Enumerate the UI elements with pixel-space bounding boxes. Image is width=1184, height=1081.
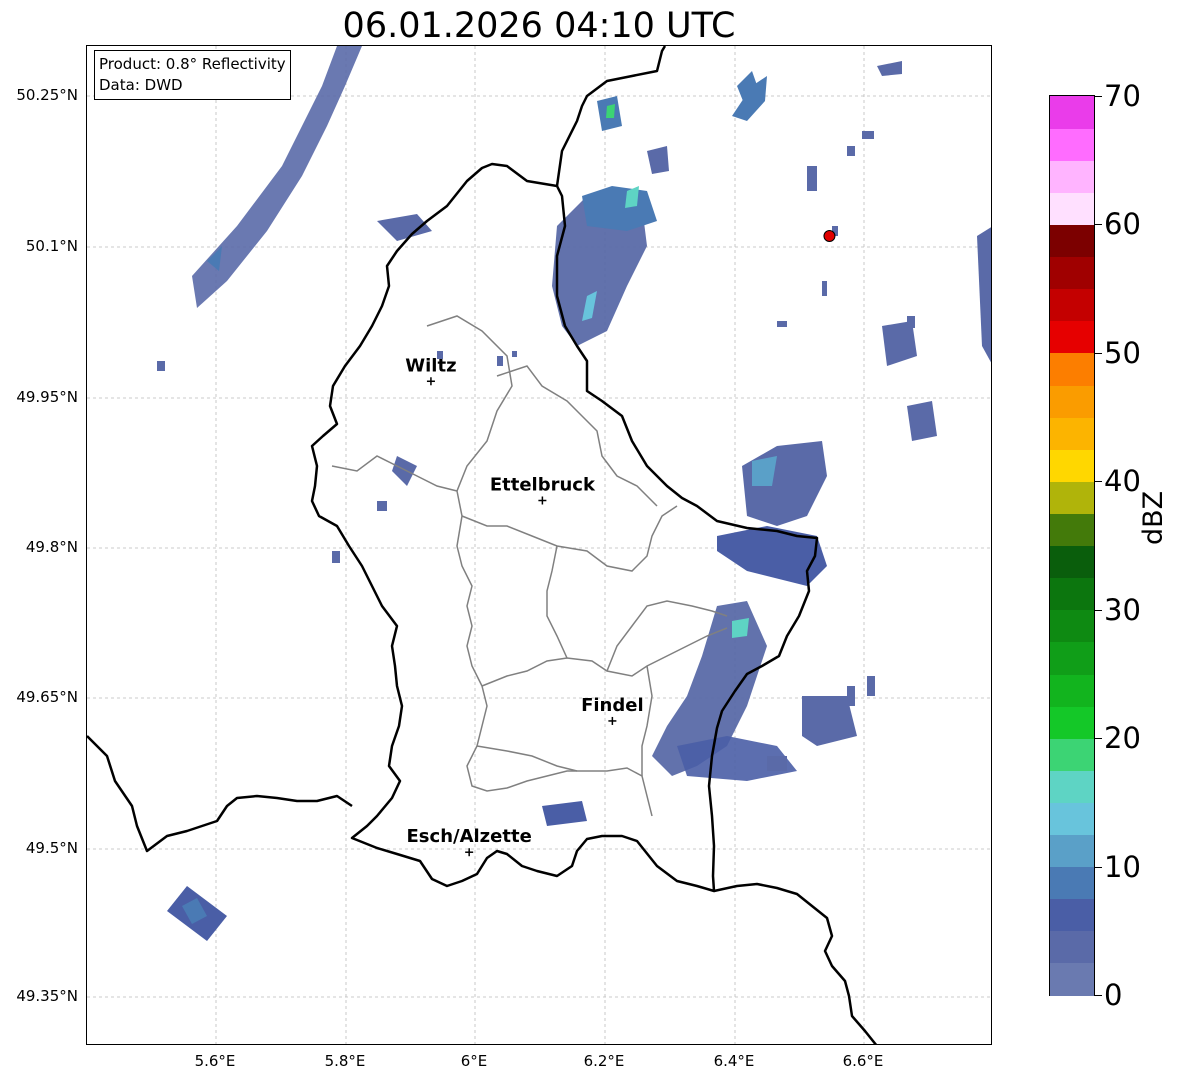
lon-label: 5.8°E bbox=[324, 1052, 366, 1070]
colorbar-segment bbox=[1050, 417, 1094, 450]
town-label: Findel bbox=[581, 695, 644, 716]
lon-label: 6°E bbox=[460, 1052, 488, 1070]
lat-label: 49.65°N bbox=[16, 688, 78, 706]
colorbar-tick-label: 40 bbox=[1104, 464, 1141, 499]
product-label: Product: 0.8° Reflectivity bbox=[99, 55, 286, 73]
colorbar-segment bbox=[1050, 288, 1094, 322]
town-markers: Wiltz Ettelbruck Findel Esch/Alzette bbox=[405, 355, 644, 857]
echo-cell bbox=[582, 186, 657, 231]
colorbar-tick-label: 0 bbox=[1104, 978, 1123, 1012]
echo-cell bbox=[542, 801, 587, 826]
town-label: Esch/Alzette bbox=[407, 826, 532, 847]
town-marker: Findel bbox=[581, 695, 644, 725]
colorbar-segment bbox=[1050, 866, 1094, 900]
town-label: Ettelbruck bbox=[490, 475, 596, 496]
town-label: Wiltz bbox=[405, 355, 456, 376]
colorbar-tick-label: 20 bbox=[1104, 721, 1141, 756]
colorbar-segment bbox=[1050, 128, 1094, 161]
colorbar-segment bbox=[1050, 898, 1094, 932]
colorbar-label: dBZ bbox=[1138, 490, 1169, 545]
colorbar-segment bbox=[1050, 706, 1094, 739]
colorbar-tick-mark bbox=[1095, 96, 1102, 97]
lon-label: 6.2°E bbox=[583, 1052, 625, 1070]
colorbar-segment bbox=[1050, 224, 1094, 258]
colorbar-segment bbox=[1050, 352, 1094, 386]
colorbar-segment bbox=[1050, 609, 1094, 643]
lat-label: 49.95°N bbox=[16, 388, 78, 406]
lat-label: 49.8°N bbox=[25, 538, 78, 556]
colorbar-tick-label: 50 bbox=[1104, 335, 1141, 370]
colorbar-segment bbox=[1050, 738, 1094, 771]
colorbar-segment bbox=[1050, 802, 1094, 836]
colorbar-segment bbox=[1050, 577, 1094, 611]
site-marker[interactable] bbox=[823, 229, 836, 242]
colorbar-tick-mark bbox=[1095, 738, 1102, 740]
town-marker: Esch/Alzette bbox=[407, 826, 532, 857]
product-info-box: Product: 0.8° Reflectivity Data: DWD bbox=[94, 50, 291, 100]
belgium-france-border bbox=[87, 735, 353, 853]
colorbar-tick-mark bbox=[1095, 481, 1102, 483]
echo-cell bbox=[877, 61, 902, 76]
germany-south-border bbox=[713, 882, 878, 1044]
colorbar-segment bbox=[1050, 930, 1094, 964]
colorbar-segment bbox=[1050, 641, 1094, 675]
lon-label: 5.6°E bbox=[194, 1052, 236, 1070]
lon-label: 6.4°E bbox=[713, 1052, 755, 1070]
colorbar-tick-label: 10 bbox=[1104, 849, 1141, 884]
echo-cell bbox=[717, 526, 827, 586]
colorbar-segment bbox=[1050, 320, 1094, 354]
echo-cell bbox=[606, 104, 615, 118]
echo-cell bbox=[392, 456, 417, 486]
colorbar-tick-label: 70 bbox=[1104, 79, 1141, 113]
radar-map[interactable]: Wiltz Ettelbruck Findel Esch/Alzette bbox=[86, 45, 992, 1045]
echo-cell bbox=[377, 214, 432, 241]
colorbar-segment bbox=[1050, 160, 1094, 193]
lat-label: 49.35°N bbox=[16, 987, 78, 1005]
colorbar-segment bbox=[1050, 513, 1094, 547]
site-marker-layer bbox=[823, 229, 836, 242]
colorbar-segment bbox=[1050, 384, 1094, 418]
lon-label: 6.6°E bbox=[842, 1052, 884, 1070]
colorbar-segment bbox=[1050, 834, 1094, 868]
colorbar-segment bbox=[1050, 256, 1094, 290]
map-title: 06.01.2026 04:10 UTC bbox=[342, 6, 736, 46]
graticule-grid bbox=[87, 46, 991, 1044]
colorbar-tick-label: 60 bbox=[1104, 207, 1141, 242]
lat-label: 50.1°N bbox=[25, 237, 78, 255]
colorbar-tick-mark bbox=[1095, 224, 1102, 226]
colorbar-segment bbox=[1050, 192, 1094, 226]
colorbar-tick-mark bbox=[1095, 609, 1102, 611]
colorbar-tick-label: 30 bbox=[1104, 592, 1141, 627]
echo-cell bbox=[732, 618, 749, 638]
colorbar-segment bbox=[1050, 481, 1094, 514]
colorbar-segment bbox=[1050, 962, 1094, 996]
colorbar-segment bbox=[1050, 673, 1094, 707]
colorbar-tick-mark bbox=[1095, 995, 1102, 996]
lat-label: 49.5°N bbox=[25, 839, 78, 857]
data-source-label: Data: DWD bbox=[99, 76, 183, 94]
colorbar-segment bbox=[1050, 449, 1094, 482]
echo-cell bbox=[647, 146, 669, 174]
colorbar-segment bbox=[1050, 96, 1094, 129]
town-marker: Ettelbruck bbox=[490, 475, 596, 505]
dbz-colorbar bbox=[1049, 95, 1095, 996]
echo-cell bbox=[977, 227, 991, 363]
colorbar-segment bbox=[1050, 545, 1094, 579]
colorbar-segment bbox=[1050, 770, 1094, 803]
colorbar-tick-mark bbox=[1095, 352, 1102, 354]
map-canvas: Wiltz Ettelbruck Findel Esch/Alzette bbox=[87, 46, 991, 1044]
lat-label: 50.25°N bbox=[16, 86, 78, 104]
echo-cell bbox=[907, 401, 937, 441]
town-marker: Wiltz bbox=[405, 355, 457, 386]
colorbar-tick-mark bbox=[1095, 866, 1102, 868]
